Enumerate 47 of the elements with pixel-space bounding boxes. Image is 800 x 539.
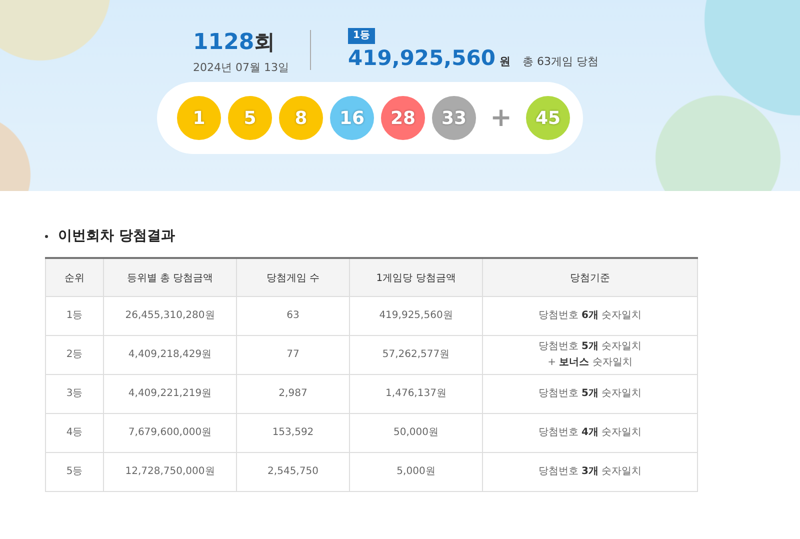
lotto-ball: 33 [432, 96, 476, 140]
table-cell: 2,987 [236, 374, 350, 414]
table-cell: 당첨번호 5개 숫자일치 + 보너스 숫자일치 [482, 336, 698, 374]
table-cell: 3등 [46, 374, 104, 414]
table-cell: 57,262,577원 [350, 336, 482, 374]
round-number: 1128 [193, 30, 254, 55]
column-header: 등위별 총 당첨금액 [104, 258, 236, 296]
table-cell: 4,409,218,429원 [104, 336, 236, 374]
table-cell: 5등 [46, 452, 104, 492]
lotto-ball: 28 [381, 96, 425, 140]
column-header: 1게임당 당첨금액 [350, 258, 482, 296]
table-cell: 5,000원 [350, 452, 482, 492]
plus-sign: + [489, 103, 513, 133]
section-title: 이번회차 당첨결과 [58, 227, 175, 245]
table-cell: 1등 [46, 296, 104, 336]
table-cell: 당첨번호 6개 숫자일치 [482, 296, 698, 336]
table-cell: 2등 [46, 336, 104, 374]
lotto-ball: 5 [228, 96, 272, 140]
table-cell: 26,455,310,280원 [104, 296, 236, 336]
table-cell: 4,409,221,219원 [104, 374, 236, 414]
table-cell: 2,545,750 [236, 452, 350, 492]
table-cell: 당첨번호 4개 숫자일치 [482, 414, 698, 452]
prize-unit: 원 [499, 54, 510, 69]
table-cell: 당첨번호 5개 숫자일치 [482, 374, 698, 414]
lotto-ball: 16 [330, 96, 374, 140]
round-suffix: 회 [254, 30, 276, 54]
column-header: 당첨게임 수 [236, 258, 350, 296]
table-cell: 12,728,750,000원 [104, 452, 236, 492]
draw-date: 2024년 07월 13일 [193, 60, 290, 75]
prize-amount: 419,925,560 [348, 46, 496, 70]
rank-badge: 1등 [348, 28, 375, 44]
winners-count: 총 63게임 당첨 [522, 54, 598, 69]
column-header: 순위 [46, 258, 104, 296]
table-cell: 4등 [46, 414, 104, 452]
table-cell: 419,925,560원 [350, 296, 482, 336]
bonus-ball: 45 [526, 96, 570, 140]
lotto-ball: 1 [177, 96, 221, 140]
table-cell: 153,592 [236, 414, 350, 452]
table-cell: 7,679,600,000원 [104, 414, 236, 452]
lotto-ball: 8 [279, 96, 323, 140]
column-header: 당첨기준 [482, 258, 698, 296]
table-cell: 63 [236, 296, 350, 336]
table-cell: 당첨번호 3개 숫자일치 [482, 452, 698, 492]
table-cell: 77 [236, 336, 350, 374]
table-cell: 50,000원 [350, 414, 482, 452]
table-cell: 1,476,137원 [350, 374, 482, 414]
bullet-icon [45, 234, 48, 238]
